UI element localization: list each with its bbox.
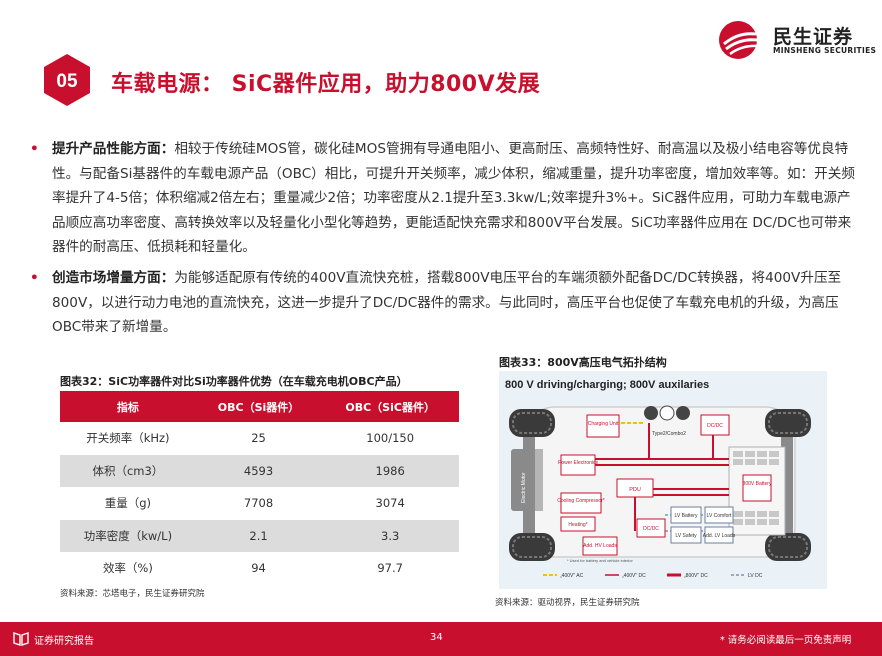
paragraph-market: • 创造市场增量方面：为能够适配原有传统的400V直流快充桩，搭载800V电压平… (30, 266, 860, 340)
paragraph-heading: 提升产品性能方面： (52, 141, 175, 157)
wheel-icon (509, 409, 555, 437)
table-cell: 4593 (195, 454, 322, 487)
battery-label-box (742, 474, 772, 502)
logo-mark-icon (719, 21, 759, 59)
table-cell: 效率（%) (102, 561, 153, 576)
add-hv-label: Add. HV Loads (583, 543, 617, 549)
cooling-label: Cooling Compressor* (557, 498, 605, 504)
bullet-icon: • (30, 141, 39, 157)
header-sic: OBC（SiC器件） (321, 391, 459, 422)
paragraph-text: 相较于传统硅MOS管，碳化硅MOS管拥有导通电阻小、更高耐压、高频特性好、耐高温… (52, 141, 855, 255)
comparison-table: 指标 OBC（Si器件） OBC（SiC器件） 开关频率（kHz) 25 100… (60, 391, 459, 585)
wheel-icon (765, 409, 811, 437)
table-cell: 97.7 (377, 561, 403, 576)
table-cell: 94 (251, 561, 266, 576)
table-caption: 图表32：SiC功率器件对比Si功率器件优势（在车载充电机OBC产品） (60, 375, 408, 388)
header-metric: 指标 (60, 391, 196, 422)
table-cell: 开关频率（kHz) (86, 431, 170, 446)
legend-ac: „400V" AC (560, 573, 584, 579)
footer-disclaimer: * 请务必阅读最后一页免责声明 (720, 635, 852, 646)
table-cell: 重量（g) (104, 496, 152, 511)
section-number-badge: 05 (40, 53, 94, 107)
legend-dc800: „800V" DC (684, 573, 708, 579)
table-cell: 25 (251, 431, 266, 446)
pdu-label: PDU (629, 487, 641, 493)
legend-lv: LV DC (748, 573, 763, 579)
bullet-icon: • (30, 270, 39, 286)
legend-dc400: „400V" DC (622, 573, 646, 579)
table-row: 体积（cm3） 4593 1986 (60, 454, 459, 487)
diagram-footnote: * Used for battery and vehicle interior (567, 558, 633, 563)
table-source: 资料来源：芯塔电子，民生证券研究院 (60, 589, 205, 599)
diagram-heading: 800 V driving/charging; 800V auxilaries (505, 379, 709, 391)
power-electronics-label: Power Electronics (558, 460, 599, 466)
section-number: 05 (56, 71, 78, 92)
connector-label: Type2/Combo2 (652, 431, 686, 437)
heating-label: Heating* (568, 522, 587, 528)
logo-english-name: MINSHENG SECURITIES (773, 46, 877, 55)
header-si: OBC（Si器件） (195, 391, 322, 422)
table-cell: 体积（cm3） (60, 454, 196, 487)
table-cell: 3.3 (321, 519, 459, 552)
table-cell: 3074 (375, 496, 405, 511)
table-cell: 7708 (243, 496, 274, 511)
diagram-caption: 图表33：800V高压电气拓扑结构 (499, 356, 667, 369)
table-row: 效率（%) 94 97.7 (60, 552, 459, 585)
battery-label: 800V Battery (743, 481, 772, 487)
lv-comfort-label: LV Comfort (707, 513, 733, 519)
add-lv-label: Add. LV Loads (703, 533, 736, 539)
connector-icon (644, 405, 690, 421)
page-title: 车载电源： SiC器件应用，助力800V发展 (111, 72, 541, 97)
book-icon (12, 630, 30, 648)
table-cell: 功率密度（kw/L) (60, 519, 196, 552)
table-row: 开关频率（kHz) 25 100/150 (60, 422, 459, 455)
wheel-icon (765, 533, 811, 561)
table-row: 重量（g) 7708 3074 (60, 487, 459, 520)
diagram-source: 资料来源：驱动视界，民生证券研究院 (495, 598, 640, 608)
table-cell: 1986 (321, 454, 459, 487)
footer-report-label: 证券研究报告 (34, 636, 94, 647)
gearbox (535, 449, 543, 511)
charging-unit-label: Charging Unit (588, 421, 619, 427)
topology-diagram: 800 V driving/charging; 800V auxilaries … (499, 371, 827, 589)
logo-name: 民生证券 (773, 26, 854, 48)
dcdc-mid-label: DC/DC (643, 526, 659, 532)
table-row: 功率密度（kw/L) 2.1 3.3 (60, 519, 459, 552)
page-number: 34 (430, 632, 443, 643)
dcdc-top-label: DC/DC (707, 423, 723, 429)
lv-battery-label: LV Battery (675, 513, 698, 519)
wheel-icon (509, 533, 555, 561)
motor-label: Electric Motor (521, 472, 527, 503)
table-cell: 2.1 (195, 519, 322, 552)
table-header-row: 指标 OBC（Si器件） OBC（SiC器件） (60, 391, 459, 422)
lv-safety-label: LV Safety (675, 533, 697, 539)
paragraph-performance: • 提升产品性能方面：相较于传统硅MOS管，碳化硅MOS管拥有导通电阻小、更高耐… (30, 137, 860, 260)
table-cell: 100/150 (366, 431, 415, 446)
paragraph-heading: 创造市场增量方面： (52, 270, 175, 286)
